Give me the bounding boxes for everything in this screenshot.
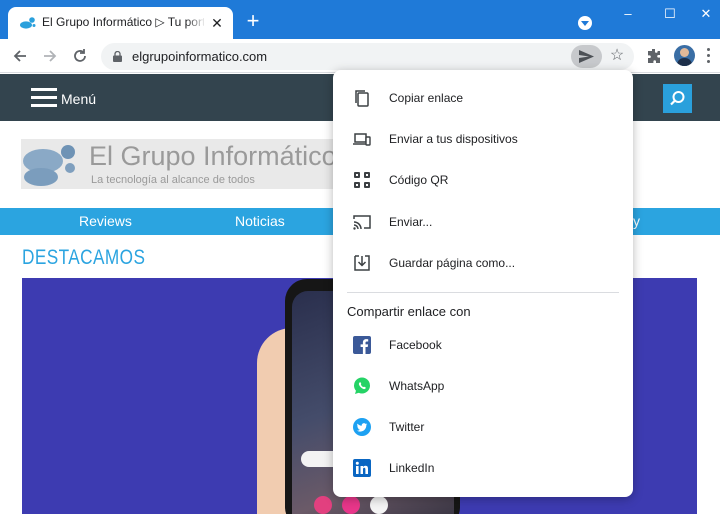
nav-item-noticias[interactable]: Noticias	[235, 213, 285, 229]
copy-link-item[interactable]: Copiar enlace	[333, 78, 633, 118]
send-to-devices-label: Enviar a tus dispositivos	[389, 132, 518, 146]
qr-code-icon	[354, 172, 370, 188]
maximize-button[interactable]: ☐	[660, 6, 680, 22]
close-window-button[interactable]: ✕	[696, 6, 716, 22]
reload-icon[interactable]	[71, 47, 89, 65]
profile-avatar[interactable]	[674, 45, 695, 66]
share-menu: Copiar enlace Enviar a tus dispositivos …	[333, 70, 633, 497]
copy-link-label: Copiar enlace	[389, 91, 464, 105]
active-tab[interactable]: El Grupo Informático ▷ Tu portal ✕	[8, 7, 233, 39]
forward-icon[interactable]	[41, 47, 59, 65]
save-page-label: Guardar página como...	[389, 256, 516, 270]
tab-title: El Grupo Informático ▷ Tu portal	[42, 15, 204, 29]
share-linkedin-item[interactable]: LinkedIn	[333, 448, 633, 488]
nav-item-partial[interactable]: y	[633, 213, 640, 229]
search-icon	[670, 91, 685, 106]
qr-code-label: Código QR	[389, 173, 449, 187]
twitter-icon	[353, 418, 371, 436]
twitter-label: Twitter	[389, 420, 425, 434]
share-whatsapp-item[interactable]: WhatsApp	[333, 366, 633, 406]
copy-icon	[355, 90, 369, 107]
app-icon	[342, 496, 360, 514]
extensions-icon[interactable]	[646, 48, 662, 64]
send-to-devices-item[interactable]: Enviar a tus dispositivos	[333, 119, 633, 159]
site-logo[interactable]: El Grupo Informático La tecnología al al…	[21, 139, 337, 189]
share-twitter-item[interactable]: Twitter	[333, 407, 633, 447]
site-favicon-icon	[20, 17, 36, 29]
back-icon[interactable]	[11, 47, 29, 65]
menu-label[interactable]: Menú	[61, 91, 96, 107]
devices-icon	[353, 133, 371, 146]
app-icon	[370, 496, 388, 514]
save-page-icon	[354, 255, 370, 271]
url-text[interactable]: elgrupoinformatico.com	[132, 49, 267, 64]
new-tab-button[interactable]: +	[243, 10, 263, 32]
linkedin-label: LinkedIn	[389, 461, 435, 475]
logo-name: El Grupo Informático	[89, 141, 337, 171]
lock-icon[interactable]	[113, 51, 122, 62]
linkedin-icon	[353, 459, 371, 477]
bookmark-star-icon[interactable]: ☆	[607, 46, 627, 66]
minimize-button[interactable]: –	[618, 6, 638, 22]
qr-code-item[interactable]: Código QR	[333, 160, 633, 200]
whatsapp-label: WhatsApp	[389, 379, 445, 393]
share-facebook-item[interactable]: Facebook	[333, 325, 633, 365]
logo-mark-icon	[23, 145, 75, 186]
logo-tagline: La tecnología al alcance de todos	[91, 174, 255, 186]
hamburger-menu-icon[interactable]	[31, 88, 57, 108]
browser-toolbar: elgrupoinformatico.com ☆	[0, 39, 720, 73]
menu-divider	[347, 292, 619, 293]
whatsapp-icon	[354, 377, 370, 394]
cast-icon	[353, 215, 371, 230]
more-menu-icon[interactable]	[707, 48, 711, 64]
share-icon	[579, 50, 594, 63]
save-page-item[interactable]: Guardar página como...	[333, 243, 633, 283]
close-tab-button[interactable]: ✕	[209, 15, 225, 31]
tab-title-fade	[186, 11, 206, 33]
share-with-heading: Compartir enlace con	[347, 304, 471, 319]
cast-label: Enviar...	[389, 215, 433, 229]
section-title: DESTACAMOS	[22, 246, 146, 269]
site-search-button[interactable]	[663, 84, 692, 113]
title-bar: El Grupo Informático ▷ Tu portal ✕ + – ☐…	[0, 0, 720, 39]
facebook-icon	[353, 336, 371, 354]
facebook-label: Facebook	[389, 338, 442, 352]
share-button[interactable]	[571, 45, 602, 68]
app-icon	[314, 496, 332, 514]
address-bar[interactable]: elgrupoinformatico.com ☆	[101, 43, 634, 70]
cast-item[interactable]: Enviar...	[333, 202, 633, 242]
nav-item-reviews[interactable]: Reviews	[79, 213, 132, 229]
tab-search-icon[interactable]	[578, 16, 592, 30]
